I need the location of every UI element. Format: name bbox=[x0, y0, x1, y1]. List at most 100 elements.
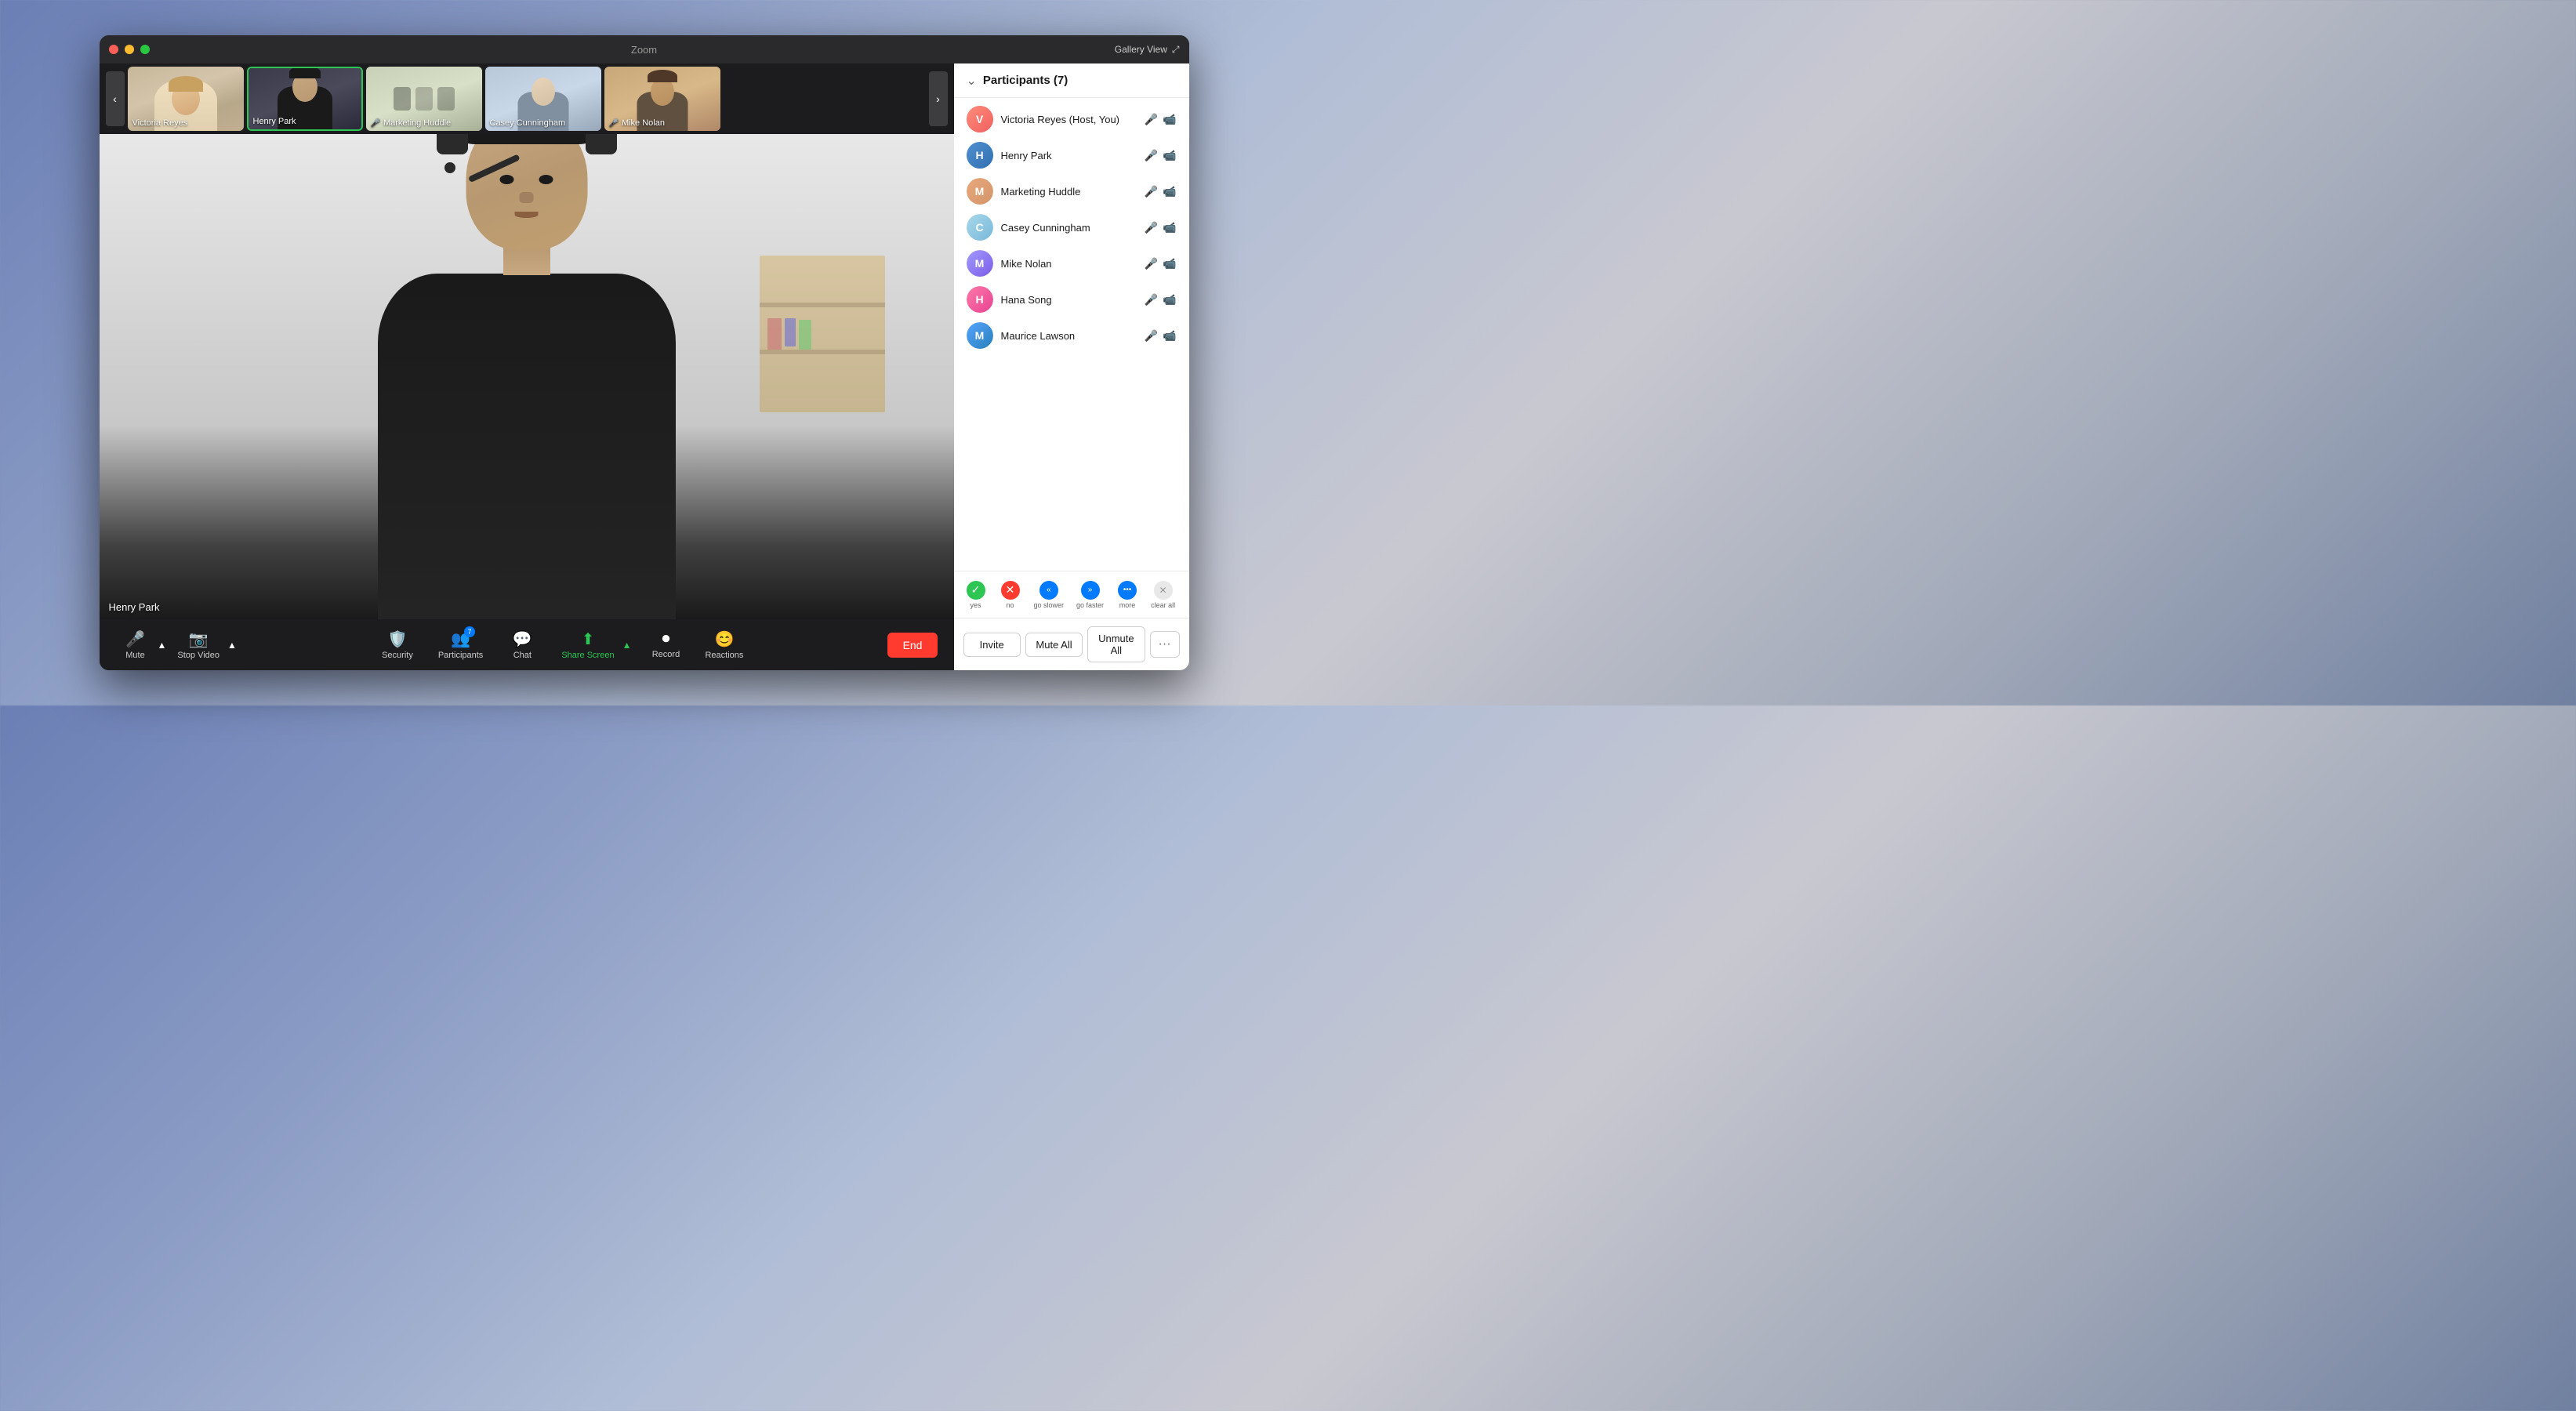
participants-label: Participants bbox=[438, 651, 483, 660]
participants-button[interactable]: 👥 7 Participants bbox=[432, 626, 489, 663]
chat-label: Chat bbox=[513, 651, 532, 660]
end-button[interactable]: End bbox=[887, 633, 938, 658]
cam-icon-maurice: 📹 bbox=[1163, 329, 1176, 343]
toolbar: 🎤 Mute ▲ 📷 Stop Video ▲ bbox=[100, 619, 954, 670]
collapse-panel-button[interactable]: ⌄ bbox=[967, 73, 977, 89]
thumbnail-label-henry: Henry Park bbox=[253, 117, 296, 126]
gallery-view-button[interactable]: Gallery View ⤢ bbox=[1115, 44, 1180, 56]
participants-panel: ⌄ Participants (7) V Victoria Reyes (Hos… bbox=[954, 63, 1189, 670]
gallery-next-button[interactable]: › bbox=[929, 71, 948, 126]
share-screen-button[interactable]: ⬆ Share Screen bbox=[555, 626, 620, 663]
video-chevron[interactable]: ▲ bbox=[226, 637, 238, 654]
more-label: more bbox=[1119, 601, 1136, 609]
thumbnail-casey[interactable]: Casey Cunningham bbox=[485, 67, 601, 131]
mute-button-group: 🎤 Mute ▲ bbox=[115, 626, 169, 663]
participant-name-hana: Hana Song bbox=[1001, 294, 1137, 306]
participant-item-maurice[interactable]: M Maurice Lawson 🎤 📹 bbox=[954, 317, 1189, 354]
thumbnail-victoria[interactable]: Victoria Reyes bbox=[128, 67, 244, 131]
thumbnail-marketing[interactable]: 🎤 Marketing Huddle bbox=[366, 67, 482, 131]
participant-controls-marketing: 🎤 📹 bbox=[1145, 185, 1177, 198]
participant-item-mike[interactable]: M Mike Nolan 🎤 📹 bbox=[954, 245, 1189, 281]
reactions-button[interactable]: 😊 Reactions bbox=[698, 626, 749, 663]
record-label: Record bbox=[652, 650, 680, 659]
fullscreen-icon: ⤢ bbox=[1172, 44, 1180, 56]
participant-item-victoria[interactable]: V Victoria Reyes (Host, You) 🎤 📹 bbox=[954, 101, 1189, 137]
gallery-view-label: Gallery View bbox=[1115, 44, 1167, 55]
thumbnail-henry[interactable]: Henry Park bbox=[247, 67, 363, 131]
share-screen-icon: ⬆ bbox=[582, 629, 595, 649]
security-button[interactable]: 🛡️ Security bbox=[376, 626, 419, 663]
zoom-window: Zoom Gallery View ⤢ ‹ bbox=[100, 35, 1189, 670]
more-icon: ••• bbox=[1118, 581, 1137, 600]
participant-item-henry[interactable]: H Henry Park 🎤 📹 bbox=[954, 137, 1189, 173]
slower-icon: « bbox=[1039, 581, 1058, 600]
slower-label: go slower bbox=[1034, 601, 1065, 609]
reaction-more-button[interactable]: ••• more bbox=[1112, 578, 1143, 612]
thumbnail-label-victoria: Victoria Reyes bbox=[132, 118, 188, 128]
participant-name-henry: Henry Park bbox=[1001, 150, 1137, 161]
panel-more-button[interactable]: ··· bbox=[1150, 631, 1180, 658]
video-section: ‹ Victoria Reyes bbox=[100, 63, 954, 670]
participant-name-casey: Casey Cunningham bbox=[1001, 222, 1137, 234]
mic-icon-hana: 🎤 bbox=[1145, 293, 1158, 307]
avatar-mike: M bbox=[967, 250, 993, 277]
toolbar-right: End bbox=[887, 633, 938, 658]
reaction-slower-button[interactable]: « go slower bbox=[1029, 578, 1069, 612]
mic-icon-henry: 🎤 bbox=[1145, 149, 1158, 162]
no-icon: ✕ bbox=[1001, 581, 1020, 600]
share-screen-button-group: ⬆ Share Screen ▲ bbox=[555, 626, 633, 663]
minimize-button[interactable] bbox=[125, 45, 134, 54]
thumbnail-label-marketing: 🎤 Marketing Huddle bbox=[371, 118, 452, 128]
clear-icon: ✕ bbox=[1154, 581, 1173, 600]
chat-button[interactable]: 💬 Chat bbox=[502, 626, 542, 663]
participant-item-casey[interactable]: C Casey Cunningham 🎤 📹 bbox=[954, 209, 1189, 245]
video-button-group: 📷 Stop Video ▲ bbox=[171, 626, 238, 663]
cam-icon-henry: 📹 bbox=[1163, 149, 1176, 162]
participant-controls-maurice: 🎤 📹 bbox=[1145, 329, 1177, 343]
gallery-thumbnails: Victoria Reyes Henry Park bbox=[128, 67, 926, 131]
participant-list: V Victoria Reyes (Host, You) 🎤 📹 H Henry… bbox=[954, 98, 1189, 571]
avatar-hana: H bbox=[967, 286, 993, 313]
participant-controls-victoria: 🎤 📹 bbox=[1145, 113, 1177, 126]
camera-icon: 📷 bbox=[189, 629, 209, 649]
mute-button[interactable]: 🎤 Mute bbox=[115, 626, 156, 663]
avatar-victoria: V bbox=[967, 106, 993, 132]
cam-icon-mike: 📹 bbox=[1163, 257, 1176, 270]
cam-icon-hana: 📹 bbox=[1163, 293, 1176, 307]
avatar-henry: H bbox=[967, 142, 993, 169]
reaction-faster-button[interactable]: » go faster bbox=[1072, 578, 1108, 612]
participant-controls-mike: 🎤 📹 bbox=[1145, 257, 1177, 270]
participant-item-marketing[interactable]: M Marketing Huddle 🎤 📹 bbox=[954, 173, 1189, 209]
shield-icon: 🛡️ bbox=[388, 629, 408, 649]
maximize-button[interactable] bbox=[140, 45, 150, 54]
mic-icon-maurice: 🎤 bbox=[1145, 329, 1158, 343]
thumbnail-label-casey: Casey Cunningham bbox=[490, 118, 566, 128]
thumbnail-mike[interactable]: 🎤 Mike Nolan bbox=[604, 67, 720, 131]
main-video-background: Henry Park bbox=[100, 134, 954, 619]
reactions-label: Reactions bbox=[705, 651, 743, 660]
participant-name-maurice: Maurice Lawson bbox=[1001, 330, 1137, 342]
share-screen-chevron[interactable]: ▲ bbox=[621, 637, 633, 654]
yes-icon: ✓ bbox=[967, 581, 985, 600]
mute-chevron[interactable]: ▲ bbox=[156, 637, 169, 654]
window-title: Zoom bbox=[631, 44, 657, 56]
close-button[interactable] bbox=[109, 45, 118, 54]
toolbar-left: 🎤 Mute ▲ 📷 Stop Video ▲ bbox=[115, 626, 238, 663]
mute-label: Mute bbox=[125, 651, 144, 660]
reaction-clear-button[interactable]: ✕ clear all bbox=[1146, 578, 1180, 612]
unmute-all-button[interactable]: Unmute All bbox=[1087, 626, 1145, 662]
stop-video-button[interactable]: 📷 Stop Video bbox=[171, 626, 226, 663]
avatar-maurice: M bbox=[967, 322, 993, 349]
titlebar: Zoom Gallery View ⤢ bbox=[100, 35, 1189, 63]
mute-all-button[interactable]: Mute All bbox=[1025, 633, 1083, 657]
content-area: ‹ Victoria Reyes bbox=[100, 63, 1189, 670]
invite-button[interactable]: Invite bbox=[963, 633, 1021, 657]
panel-title: Participants (7) bbox=[983, 74, 1068, 87]
gallery-prev-button[interactable]: ‹ bbox=[106, 71, 125, 126]
clear-label: clear all bbox=[1151, 601, 1175, 609]
cam-icon-marketing: 📹 bbox=[1163, 185, 1176, 198]
participant-item-hana[interactable]: H Hana Song 🎤 📹 bbox=[954, 281, 1189, 317]
reaction-no-button[interactable]: ✕ no bbox=[995, 578, 1026, 612]
record-button[interactable]: ⏺ Record bbox=[645, 627, 686, 662]
reaction-yes-button[interactable]: ✓ yes bbox=[960, 578, 992, 612]
